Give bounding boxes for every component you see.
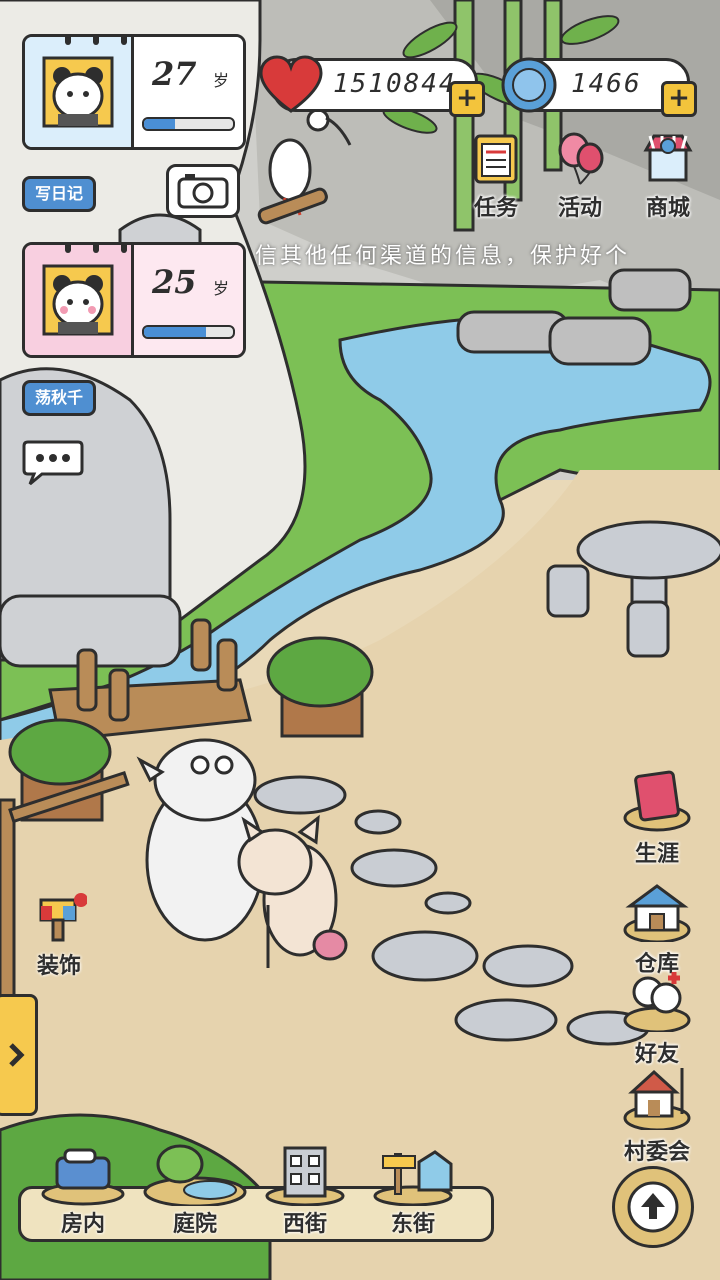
tasks-button[interactable]: 任务	[464, 130, 528, 222]
add-hearts-button[interactable]: +	[449, 81, 485, 117]
events-button[interactable]: 活动	[548, 130, 612, 222]
warehouse-button[interactable]: 仓库	[612, 880, 702, 978]
hearts-value: 1510844	[333, 69, 457, 99]
events-label: 活动	[557, 196, 602, 221]
coins-counter: 1466 +	[501, 57, 697, 117]
coins-value: 1466	[571, 69, 642, 99]
courtyard-icon	[143, 1144, 247, 1208]
growth-progress-fill	[144, 327, 207, 337]
growth-progress-fill	[144, 119, 176, 129]
hearts-counter: 1510844 +	[259, 55, 485, 117]
nav-indoor[interactable]: 房内	[28, 1142, 138, 1237]
heart-icon	[259, 55, 323, 113]
east-street-signpost-icon	[373, 1150, 453, 1207]
add-coins-button[interactable]: +	[661, 81, 697, 117]
arrow-up-icon	[627, 1181, 679, 1233]
swing-button[interactable]: 荡秋千	[22, 380, 97, 416]
paint-brush-icon	[39, 893, 88, 942]
panda-avatar-icon	[42, 264, 114, 336]
nav-west-street-label: 西街	[282, 1212, 327, 1237]
nav-courtyard[interactable]: 庭院	[140, 1142, 250, 1237]
bed-icon	[41, 1148, 125, 1206]
growth-progress-bar	[142, 117, 235, 131]
friends-pandas-icon	[623, 972, 691, 1034]
avatar[interactable]	[25, 245, 134, 355]
chat-button[interactable]	[22, 438, 84, 486]
expand-side-panel-button[interactable]	[0, 994, 38, 1116]
career-button[interactable]: 生涯	[612, 768, 702, 868]
camera-button[interactable]	[166, 164, 240, 218]
diary-button[interactable]: 写日记	[22, 176, 97, 212]
age-panel: 27 岁	[134, 37, 243, 147]
nav-west-street[interactable]: 西街	[250, 1142, 360, 1237]
avatar[interactable]	[25, 37, 134, 147]
tasks-label: 任务	[473, 196, 518, 221]
village-hall-icon	[623, 1068, 691, 1132]
chat-bubble-icon	[22, 440, 84, 486]
village-committee-label: 村委会	[623, 1140, 690, 1165]
career-book-icon	[623, 770, 691, 832]
player-card-2[interactable]: 25 岁	[22, 242, 246, 358]
west-street-building-icon	[265, 1146, 345, 1207]
village-committee-button[interactable]: 村委会	[612, 1064, 702, 1166]
decorate-button[interactable]: 装饰	[24, 892, 94, 980]
warehouse-icon	[623, 884, 691, 944]
growth-progress-bar	[142, 325, 235, 339]
shop-icon	[643, 134, 693, 182]
nav-courtyard-label: 庭院	[172, 1212, 217, 1237]
player-card-1[interactable]: 27 岁	[22, 34, 246, 150]
nav-indoor-label: 房内	[60, 1212, 105, 1237]
collapse-menu-button[interactable]	[612, 1166, 694, 1248]
friends-button[interactable]: 好友	[612, 968, 702, 1068]
nav-east-street-label: 东街	[390, 1212, 435, 1237]
decorate-label: 装饰	[36, 954, 81, 979]
age-panel: 25 岁	[134, 245, 243, 355]
nav-east-street[interactable]: 东街	[358, 1142, 468, 1237]
balloons-icon	[558, 132, 604, 185]
age-value: 27	[152, 55, 197, 93]
shop-label: 商城	[645, 196, 690, 221]
panda-avatar-icon	[42, 56, 114, 128]
shop-button[interactable]: 商城	[636, 130, 700, 222]
scrolling-notice: 信其他任何渠道的信息，保护好个	[255, 244, 631, 269]
age-unit: 岁	[212, 71, 229, 90]
age-value: 25	[152, 263, 197, 301]
tasks-clipboard-icon	[474, 134, 518, 184]
camera-icon	[177, 174, 229, 209]
chevron-right-icon	[9, 1043, 25, 1067]
age-unit: 岁	[212, 279, 229, 298]
career-label: 生涯	[634, 842, 679, 867]
blue-coin-icon	[501, 57, 557, 113]
